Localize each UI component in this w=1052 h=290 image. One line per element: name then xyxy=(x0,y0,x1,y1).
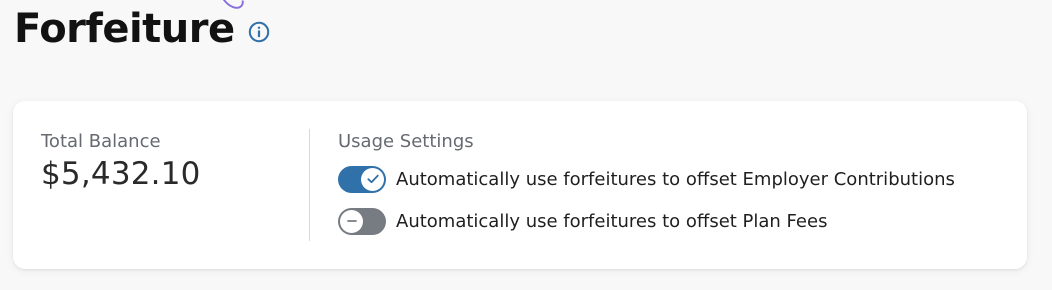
employer-contributions-setting[interactable]: Automatically use forfeitures to offset … xyxy=(338,164,955,194)
usage-settings-section: Usage Settings Automatically use forfeit… xyxy=(338,131,955,248)
info-icon[interactable] xyxy=(247,20,271,44)
minus-icon xyxy=(346,220,357,222)
usage-settings-title: Usage Settings xyxy=(338,131,474,152)
employer-contributions-label: Automatically use forfeitures to offset … xyxy=(396,168,955,190)
employer-contributions-toggle[interactable] xyxy=(338,165,386,193)
forfeiture-summary-card: Total Balance $5,432.10 Usage Settings A… xyxy=(13,101,1027,269)
plan-fees-toggle[interactable] xyxy=(338,207,386,235)
page-title: Forfeiture xyxy=(14,6,235,52)
toggle-knob xyxy=(361,167,384,191)
page-header: Forfeiture xyxy=(14,4,271,54)
total-balance-label: Total Balance xyxy=(41,131,161,152)
vertical-divider xyxy=(309,129,310,241)
total-balance-section: Total Balance $5,432.10 xyxy=(41,131,201,192)
toggle-knob xyxy=(340,209,363,233)
plan-fees-setting[interactable]: Automatically use forfeitures to offset … xyxy=(338,206,955,236)
plan-fees-label: Automatically use forfeitures to offset … xyxy=(396,210,828,232)
forfeiture-page: Forfeiture Total Balance $5,432.10 Usage… xyxy=(0,0,1052,290)
check-icon xyxy=(366,174,379,184)
total-balance-value: $5,432.10 xyxy=(41,156,201,192)
